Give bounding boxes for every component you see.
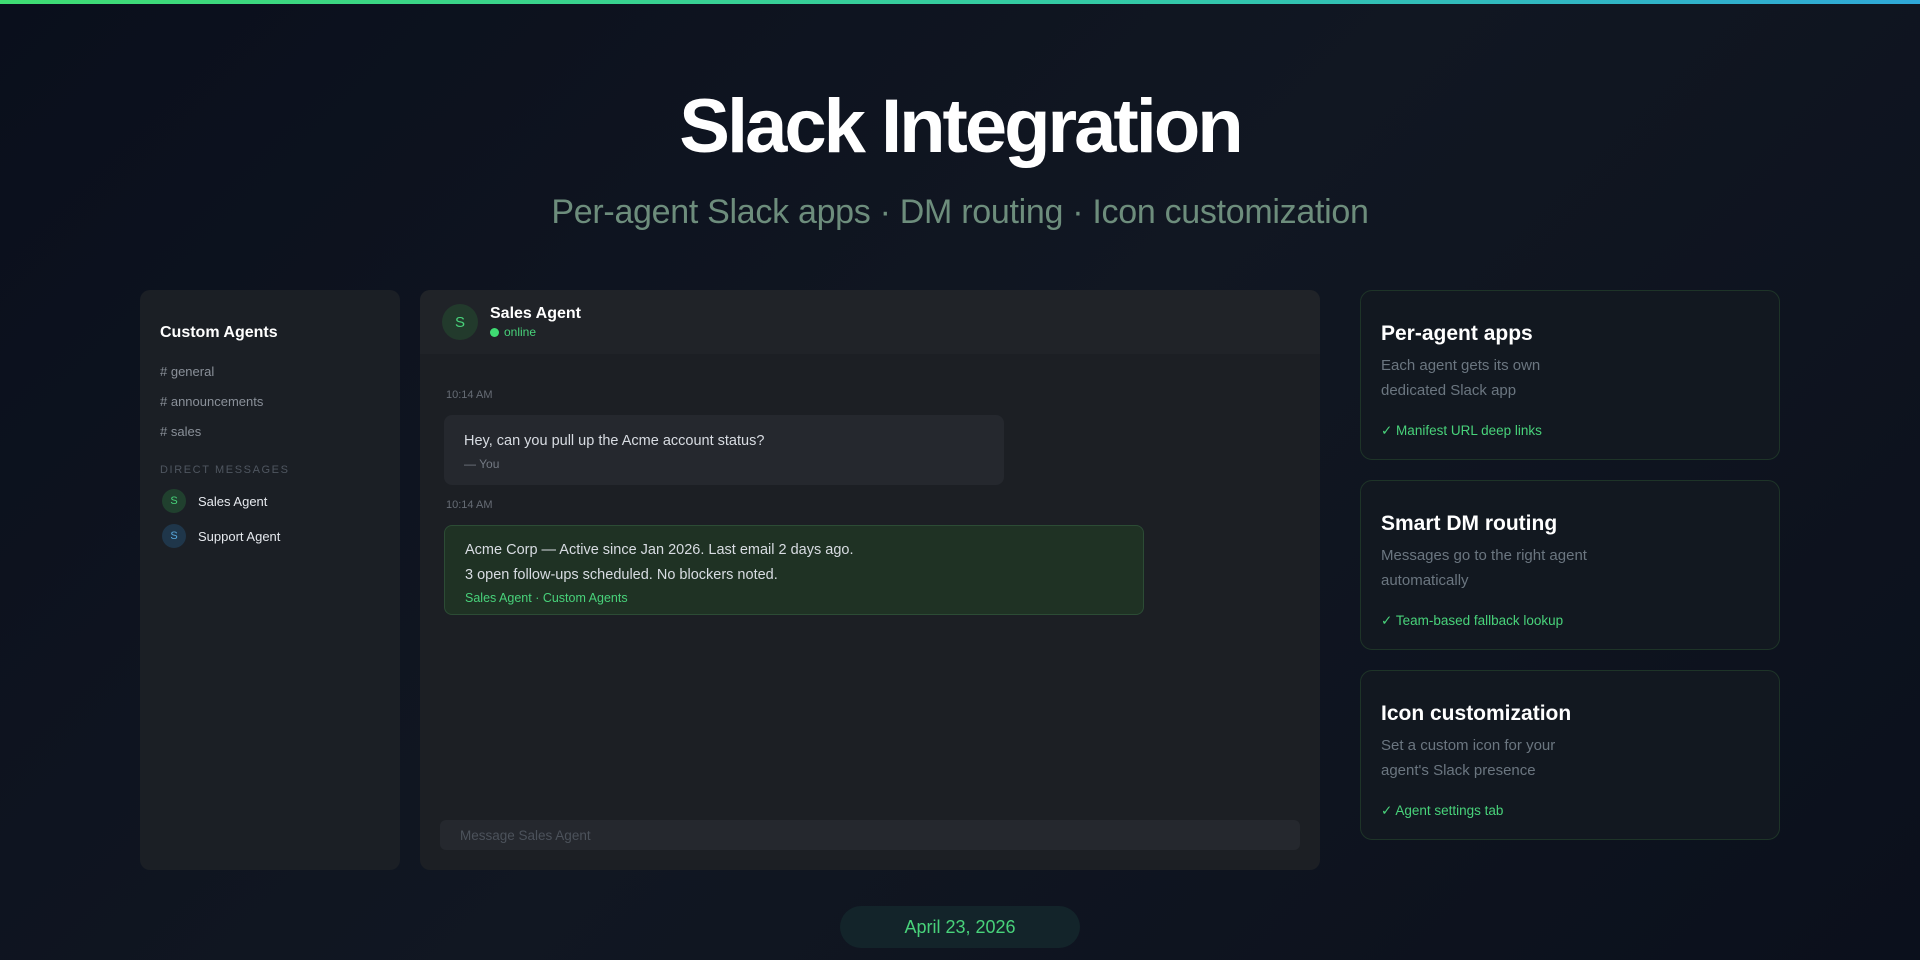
message-timestamp: 10:14 AM: [446, 499, 493, 511]
page-title: Slack Integration: [679, 84, 1243, 169]
presence-status: online: [490, 324, 581, 340]
chat-header: S Sales Agent online: [420, 290, 1320, 354]
card-title: Per-agent apps: [1381, 322, 1533, 345]
message-timestamp: 10:14 AM: [446, 389, 493, 401]
status-label: online: [504, 325, 537, 339]
page-subtitle: Per-agent Slack apps · DM routing · Icon…: [551, 193, 1369, 231]
message-sender: — You: [464, 457, 500, 471]
agent-message: Acme Corp — Active since Jan 2026. Last …: [444, 525, 1144, 615]
message-text-line-1: Acme Corp — Active since Jan 2026. Last …: [465, 542, 854, 558]
dm-item-support-agent[interactable]: S Support Agent: [160, 523, 380, 549]
card-feature: ✓ Manifest URL deep links: [1381, 423, 1542, 438]
feature-card-smart-dm-routing: Smart DM routing Messages go to the righ…: [1360, 480, 1780, 650]
chat-recipient-name: Sales Agent: [490, 305, 581, 322]
message-text: Hey, can you pull up the Acme account st…: [464, 433, 765, 449]
chat-panel: S Sales Agent online 10:14 AM Hey, can y…: [420, 290, 1320, 870]
card-feature: ✓ Agent settings tab: [1381, 803, 1504, 818]
feature-card-per-agent-apps: Per-agent apps Each agent gets its own d…: [1360, 290, 1780, 460]
card-description: Messages go to the right agent automatic…: [1381, 547, 1587, 589]
dm-label: Support Agent: [198, 528, 281, 544]
avatar: S: [162, 489, 186, 513]
online-dot-icon: [490, 327, 499, 337]
accent-top-bar: [0, 0, 1920, 4]
channel-general[interactable]: # general: [160, 364, 380, 380]
card-title: Icon customization: [1381, 702, 1572, 725]
user-message: Hey, can you pull up the Acme account st…: [444, 415, 1004, 485]
dm-item-sales-agent[interactable]: S Sales Agent: [160, 488, 380, 514]
card-feature: ✓ Team-based fallback lookup: [1381, 613, 1564, 628]
workspace-sidebar: Custom Agents # general # announcements …: [140, 290, 400, 870]
card-description: Each agent gets its own dedicated Slack …: [1381, 357, 1541, 399]
channel-announcements[interactable]: # announcements: [160, 394, 380, 410]
avatar: S: [162, 524, 186, 548]
message-text-line-2: 3 open follow-ups scheduled. No blockers…: [465, 567, 778, 583]
workspace-name: Custom Agents: [160, 324, 278, 341]
feature-card-icon-customization: Icon customization Set a custom icon for…: [1360, 670, 1780, 840]
date-badge: April 23, 2026: [840, 906, 1080, 948]
dm-label: Sales Agent: [198, 493, 268, 509]
avatar: S: [442, 304, 478, 340]
message-composer-input[interactable]: Message Sales Agent: [440, 820, 1300, 850]
message-sender: Sales Agent · Custom Agents: [465, 591, 628, 605]
card-description: Set a custom icon for your agent's Slack…: [1381, 737, 1556, 779]
direct-messages-header: DIRECT MESSAGES: [160, 464, 290, 476]
channel-sales[interactable]: # sales: [160, 424, 380, 440]
card-title: Smart DM routing: [1381, 512, 1558, 535]
